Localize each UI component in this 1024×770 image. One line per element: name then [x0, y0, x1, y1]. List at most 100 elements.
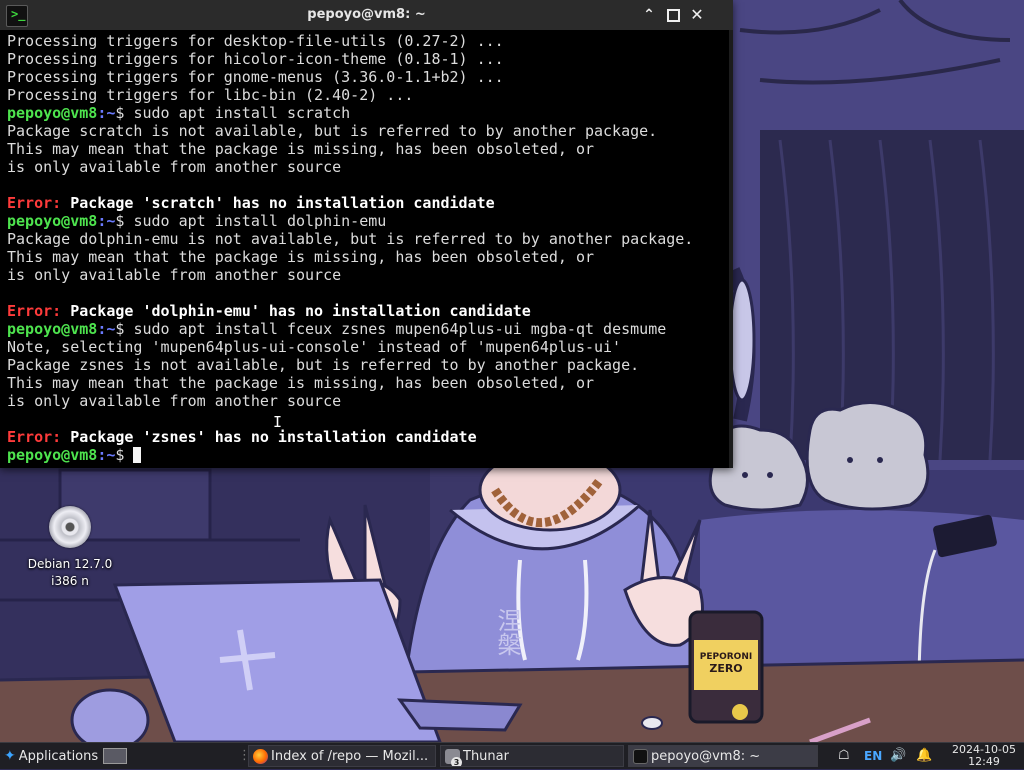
prompt-symbol: $	[115, 212, 134, 230]
hoodie-text: 涅槃	[493, 608, 521, 656]
terminal-text: This may mean that the package is missin…	[7, 140, 594, 158]
terminal-text: Package scratch is not available, but is…	[7, 122, 658, 140]
desktop-icon-label-1: Debian 12.7.0	[27, 557, 113, 571]
prompt-path: :~	[97, 104, 116, 122]
terminal-line: Package dolphin-emu is not available, bu…	[7, 230, 733, 248]
terminal-text: Processing triggers for libc-bin (2.40-2…	[7, 86, 414, 104]
terminal-line: Note, selecting 'mupen64plus-ui-console'…	[7, 338, 733, 356]
workspace-switcher[interactable]	[103, 748, 127, 764]
prompt-command: sudo apt install dolphin-emu	[133, 212, 387, 230]
terminal-text: Package zsnes is not available, but is r…	[7, 356, 640, 374]
prompt-command: sudo apt install fceux zsnes mupen64plus…	[133, 320, 667, 338]
task-thunar[interactable]: 3 Thunar	[440, 745, 624, 767]
task-terminal-label: pepoyo@vm8: ~	[651, 749, 761, 764]
terminal-line: Processing triggers for desktop-file-uti…	[7, 32, 733, 50]
terminal-text: Package dolphin-emu is not available, bu…	[7, 230, 694, 248]
volume-icon[interactable]: 🔊	[890, 743, 908, 769]
window-title: pepoyo@vm8: ~	[307, 7, 426, 22]
taskbar-handle-icon: ⋮	[238, 748, 246, 763]
error-message: Package 'dolphin-emu' has no installatio…	[61, 302, 531, 320]
desktop-icon-debian[interactable]: Debian 12.7.0 i386 n	[18, 506, 122, 590]
network-icon[interactable]: ☖	[838, 743, 856, 769]
terminal-line: Package scratch is not available, but is…	[7, 122, 733, 140]
window-titlebar[interactable]: >_ pepoyo@vm8: ~ ⌃ ✕	[0, 0, 733, 31]
terminal-line: pepoyo@vm8:~$ sudo apt install scratch	[7, 104, 733, 122]
error-label: Error:	[7, 194, 62, 212]
prompt-command: sudo apt install scratch	[133, 104, 351, 122]
error-label: Error:	[7, 302, 62, 320]
applications-menu-button[interactable]: ✦ Applications	[0, 743, 104, 769]
terminal-icon	[633, 749, 648, 764]
desktop-icon-label-2: i386 n	[51, 574, 89, 588]
terminal-output[interactable]: Processing triggers for desktop-file-uti…	[0, 30, 733, 468]
close-icon: ✕	[690, 5, 704, 24]
task-firefox-label: Index of /repo — Mozil...	[271, 749, 429, 764]
error-message: Package 'scratch' has no installation ca…	[61, 194, 495, 212]
xfce-logo-icon: ✦	[4, 748, 16, 764]
window-count-badge: 3	[451, 757, 462, 766]
terminal-window[interactable]: >_ pepoyo@vm8: ~ ⌃ ✕ Processing triggers…	[0, 0, 733, 468]
terminal-line: Error: Package 'dolphin-emu' has no inst…	[7, 302, 733, 320]
terminal-text: Processing triggers for desktop-file-uti…	[7, 32, 504, 50]
firefox-icon	[253, 749, 268, 764]
terminal-text: is only available from another source	[7, 266, 342, 284]
prompt-user: pepoyo@vm8	[7, 320, 98, 338]
can-text-2: ZERO	[709, 662, 743, 675]
terminal-text: Processing triggers for hicolor-icon-the…	[7, 50, 504, 68]
terminal-cursor	[133, 447, 142, 463]
terminal-line: is only available from another source	[7, 158, 733, 176]
terminal-line: pepoyo@vm8:~$	[7, 446, 733, 464]
chevron-up-icon: ⌃	[643, 7, 655, 23]
close-button[interactable]: ✕	[688, 6, 706, 24]
applications-label: Applications	[18, 749, 99, 764]
prompt-symbol: $	[115, 104, 134, 122]
terminal-line: Package zsnes is not available, but is r…	[7, 356, 733, 374]
terminal-text: Note, selecting 'mupen64plus-ui-console'…	[7, 338, 622, 356]
terminal-line: Error: Package 'zsnes' has no installati…	[7, 428, 733, 446]
terminal-line: This may mean that the package is missin…	[7, 248, 733, 266]
prompt-path: :~	[97, 212, 116, 230]
task-firefox[interactable]: Index of /repo — Mozil...	[248, 745, 436, 767]
terminal-line: Processing triggers for libc-bin (2.40-2…	[7, 86, 733, 104]
terminal-text: is only available from another source	[7, 158, 342, 176]
prompt-path: :~	[97, 446, 116, 464]
minimize-button[interactable]: ⌃	[640, 6, 658, 24]
prompt-symbol: $	[115, 446, 134, 464]
terminal-line: This may mean that the package is missin…	[7, 140, 733, 158]
terminal-line: Error: Package 'scratch' has no installa…	[7, 194, 733, 212]
prompt-symbol: $	[115, 320, 134, 338]
taskbar: ✦ Applications ⋮ Index of /repo — Mozil..…	[0, 742, 1024, 769]
terminal-line: Processing triggers for gnome-menus (3.3…	[7, 68, 733, 86]
task-thunar-label: Thunar	[463, 749, 509, 764]
prompt-user: pepoyo@vm8	[7, 446, 98, 464]
terminal-text: is only available from another source	[7, 392, 342, 410]
terminal-line: pepoyo@vm8:~$ sudo apt install dolphin-e…	[7, 212, 733, 230]
terminal-line: This may mean that the package is missin…	[7, 374, 733, 392]
keyboard-layout-indicator[interactable]: EN	[864, 743, 882, 769]
maximize-button[interactable]	[664, 6, 682, 24]
clock[interactable]: 2024-10-05 12:49	[946, 744, 1022, 770]
prompt-user: pepoyo@vm8	[7, 212, 98, 230]
terminal-line: Processing triggers for hicolor-icon-the…	[7, 50, 733, 68]
task-terminal[interactable]: pepoyo@vm8: ~	[628, 745, 818, 767]
terminal-text: This may mean that the package is missin…	[7, 248, 594, 266]
clock-time: 12:49	[968, 755, 1000, 768]
maximize-icon	[666, 9, 680, 22]
terminal-scrollbar[interactable]	[729, 30, 733, 468]
terminal-text: Processing triggers for gnome-menus (3.3…	[7, 68, 504, 86]
prompt-path: :~	[97, 320, 116, 338]
terminal-line: is only available from another source	[7, 392, 733, 410]
can-label: PEPORONI ZERO	[692, 652, 760, 674]
prompt-user: pepoyo@vm8	[7, 104, 98, 122]
terminal-line: pepoyo@vm8:~$ sudo apt install fceux zsn…	[7, 320, 733, 338]
notification-bell-icon[interactable]: 🔔	[916, 743, 934, 769]
terminal-line: is only available from another source	[7, 266, 733, 284]
error-label: Error:	[7, 428, 62, 446]
terminal-text: This may mean that the package is missin…	[7, 374, 594, 392]
text-cursor-icon: I	[273, 413, 283, 431]
disc-icon	[49, 506, 91, 548]
error-message: Package 'zsnes' has no installation cand…	[61, 428, 477, 446]
